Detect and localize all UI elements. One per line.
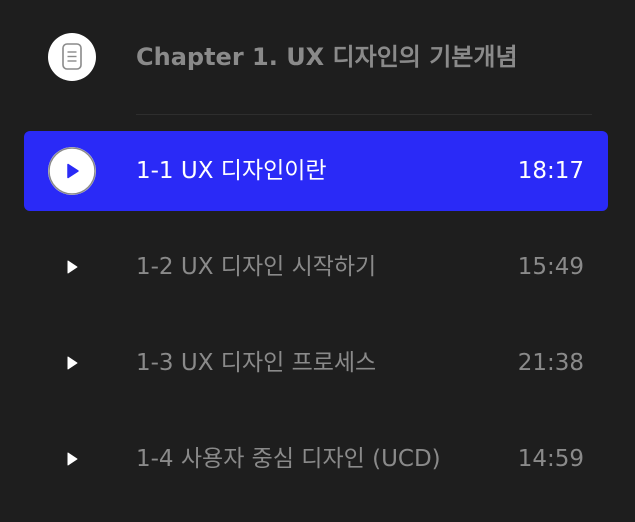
document-icon <box>48 33 96 81</box>
play-icon[interactable] <box>64 259 80 275</box>
play-icon[interactable] <box>64 451 80 467</box>
chapter-title: Chapter 1. UX 디자인의 기본개념 <box>136 43 518 71</box>
divider <box>136 114 592 115</box>
lesson-title: 1-3 UX 디자인 프로세스 <box>136 350 377 376</box>
play-icon[interactable] <box>64 355 80 371</box>
lesson-item-3[interactable]: 1-3 UX 디자인 프로세스 21:38 <box>24 323 608 403</box>
lesson-duration: 21:38 <box>517 350 584 376</box>
play-circle-icon[interactable] <box>48 147 96 195</box>
lesson-item-2[interactable]: 1-2 UX 디자인 시작하기 15:49 <box>24 227 608 307</box>
lesson-title: 1-4 사용자 중심 디자인 (UCD) <box>136 446 441 472</box>
lesson-duration: 14:59 <box>517 446 584 472</box>
chapter-header: Chapter 1. UX 디자인의 기본개념 <box>0 0 635 114</box>
lesson-title: 1-2 UX 디자인 시작하기 <box>136 254 377 280</box>
lesson-panel: Chapter 1. UX 디자인의 기본개념 1-1 UX 디자인이란 18:… <box>0 0 635 522</box>
lesson-duration: 15:49 <box>517 254 584 280</box>
lesson-title: 1-1 UX 디자인이란 <box>136 158 327 184</box>
lesson-item-1[interactable]: 1-1 UX 디자인이란 18:17 <box>24 131 608 211</box>
lesson-duration: 18:17 <box>517 158 584 184</box>
lesson-item-4[interactable]: 1-4 사용자 중심 디자인 (UCD) 14:59 <box>24 419 608 499</box>
